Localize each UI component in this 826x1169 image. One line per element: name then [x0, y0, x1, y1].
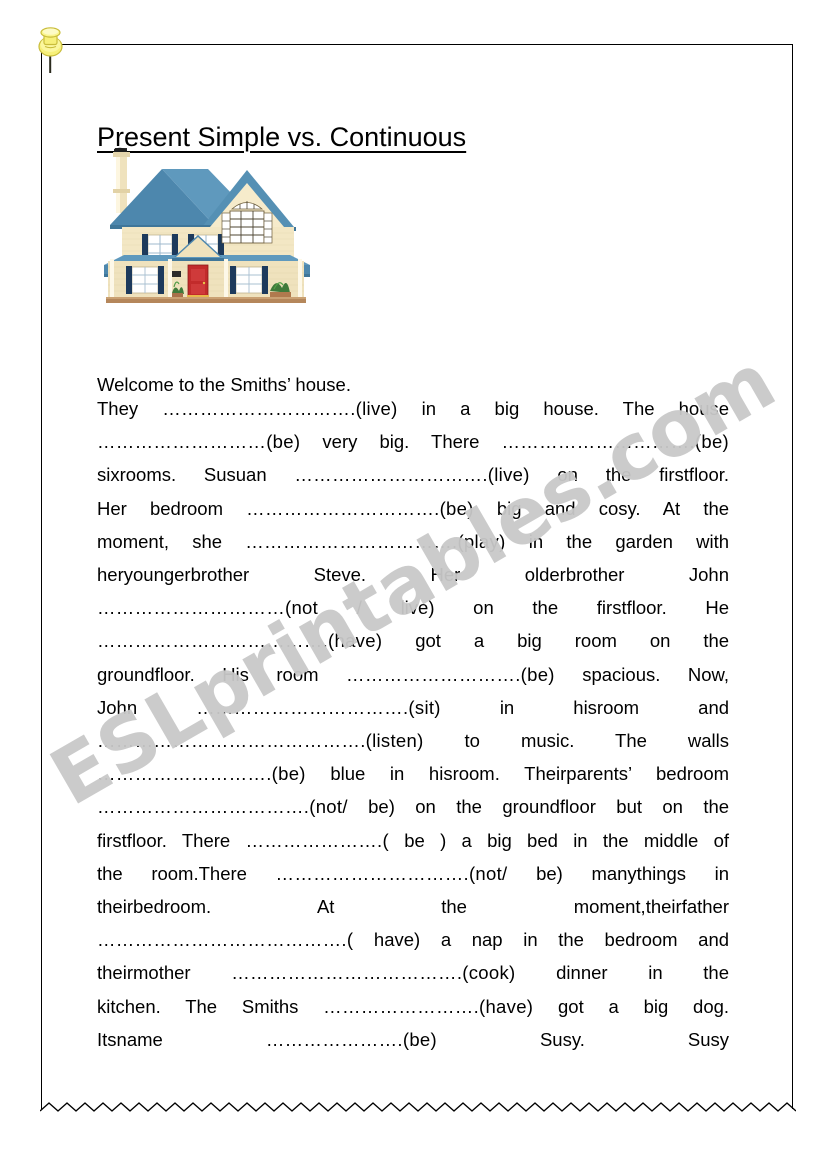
gap-fill-line: theirmother ……………………………….(cook) dinner i… [97, 962, 730, 984]
gap-fill-line: groundfloor. His room ……………………….(be) spa… [97, 663, 729, 685]
worksheet-page: ESLprintables.com Present Simple vs. Con… [0, 0, 826, 1169]
gap-fill-line: heryoungerbrother Steve. Her olderbrothe… [97, 564, 729, 586]
gap-fill-line: firstfloor. There ………………….( be ) a big b… [97, 829, 730, 851]
gap-fill-line: …………………………………….(listen) to music. The wa… [97, 730, 730, 752]
gap-fill-line: kitchen. The Smiths …………………….(have) got … [97, 995, 730, 1017]
gap-fill-line: the room.There ………………………….(not/ be) many… [97, 862, 730, 884]
gap-fill-line: ……………………………….(have) got a big room on th… [97, 630, 730, 652]
gap-fill-line: theirbedroom. At the moment,theirfather [97, 896, 729, 918]
gap-fill-line: John …………………………….(sit) in hisroom and [97, 696, 730, 718]
gap-fill-paragraph: They ………………………….(live) in a big house. T… [97, 392, 729, 1056]
gap-fill-line: ………………………………….( have) a nap in the bedro… [97, 929, 730, 951]
gap-fill-line: ………………………(be) very big. There …………………………… [97, 431, 730, 453]
gap-fill-line: sixrooms. Susuan ………………………….(live) on th… [97, 464, 730, 486]
gap-fill-line: Itsname ………………….(be) Susy. Susy [97, 1028, 729, 1050]
gap-fill-line: …………………………….(not/ be) on the groundfloor… [97, 796, 730, 818]
torn-paper-bottom-edge [40, 1102, 796, 1112]
house-illustration [104, 147, 310, 303]
gap-fill-line: Her bedroom ………………………….(be) big and cosy… [97, 497, 730, 519]
push-pin-icon [38, 27, 63, 73]
gap-fill-line: They ………………………….(live) in a big house. T… [97, 398, 730, 419]
gap-fill-line: moment, she …………………………….(play) in the ga… [97, 530, 730, 552]
gap-fill-line: …………………………(not / live) on the firstfloor… [97, 597, 730, 619]
gap-fill-line: ……………………….(be) blue in hisroom. Theirpar… [97, 763, 730, 785]
